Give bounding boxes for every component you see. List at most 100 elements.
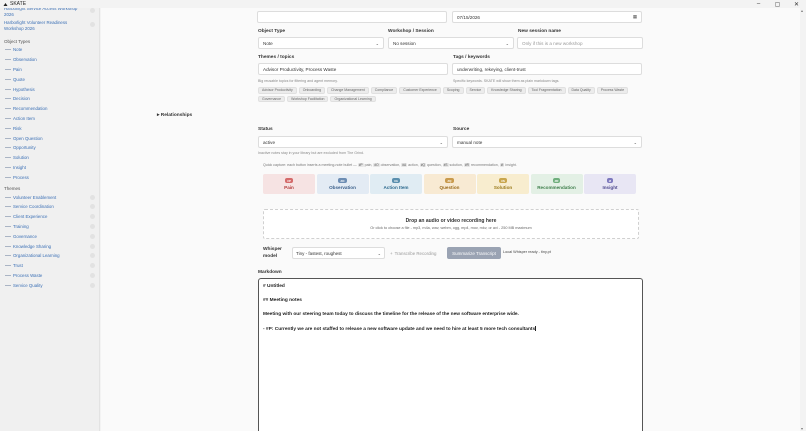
object-type-label: Recommendation xyxy=(13,106,48,112)
theme-chip[interactable]: Onboarding xyxy=(298,87,326,94)
sidebar-object-type-item[interactable]: Quote xyxy=(0,74,99,84)
maximize-button[interactable]: ▢ xyxy=(768,0,787,8)
scroll-up-icon[interactable]: ▴ xyxy=(801,8,803,13)
quick-capture-label: Solution xyxy=(493,184,513,190)
sidebar-theme-item[interactable]: Service Coordination xyxy=(0,202,99,212)
date-input[interactable]: 07/15/2026 ▦ xyxy=(452,11,642,23)
theme-item-left: Organizational Learning xyxy=(5,253,60,258)
chevron-down-icon: ⌄ xyxy=(439,139,443,145)
sidebar-object-type-item[interactable]: Process xyxy=(0,172,99,182)
drop-title: Drop an audio or video recording here xyxy=(405,218,497,224)
theme-chip[interactable]: Scoping xyxy=(442,87,464,94)
sidebar-theme-item[interactable]: Volunteer Enablement xyxy=(0,192,99,202)
tree-line-icon xyxy=(5,98,11,100)
theme-item-left: Service Coordination xyxy=(5,204,54,209)
themes-hint: Big reusable topics for filtering and ag… xyxy=(258,79,338,83)
quick-capture-question-button[interactable]: #Q Question xyxy=(423,174,476,194)
workshop-select[interactable]: No session ⌄ xyxy=(388,37,514,49)
theme-chip[interactable]: Change Management xyxy=(327,87,369,94)
app-title: SKATE xyxy=(10,1,27,7)
main-scrollbar[interactable]: ▴ ▾ xyxy=(800,8,806,431)
quick-capture-label: Observation xyxy=(329,184,356,190)
tree-line-icon xyxy=(5,108,11,110)
relationships-toggle[interactable]: ▸ Relationships xyxy=(157,113,192,118)
source-select[interactable]: manual note ⌄ xyxy=(452,136,642,148)
markdown-line-text: ## Meeting notes xyxy=(263,298,302,304)
calendar-icon[interactable]: ▦ xyxy=(633,14,637,20)
tree-line-icon xyxy=(5,49,11,51)
sidebar-theme-item[interactable]: Knowledge Sharing xyxy=(0,241,99,251)
theme-chip[interactable]: Organizational Learning xyxy=(330,95,376,102)
theme-label: Volunteer Enablement xyxy=(13,194,57,200)
theme-label: Service Coordination xyxy=(13,204,54,210)
sidebar-object-type-item[interactable]: Open Question xyxy=(0,133,99,143)
theme-chip[interactable]: Advisor Productivity xyxy=(258,87,297,94)
sidebar-theme-item[interactable]: Organizational Learning xyxy=(0,251,99,261)
object-type-label: Decision xyxy=(13,96,30,102)
sidebar-object-type-item[interactable]: Hypothesis xyxy=(0,84,99,94)
sidebar-theme-item[interactable]: Governance xyxy=(0,231,99,241)
transcribe-label: Transcribe Recording xyxy=(394,250,437,256)
quick-capture-observation-button[interactable]: #O Observation xyxy=(316,174,369,194)
theme-chip[interactable]: Service xyxy=(465,87,486,94)
theme-chip[interactable]: Tool Fragmentation xyxy=(527,87,566,94)
sidebar-object-type-item[interactable]: Recommendation xyxy=(0,104,99,114)
tree-line-icon xyxy=(5,117,11,119)
themes-input[interactable]: Advisor Productivity, Process Waste xyxy=(258,63,448,75)
sidebar-object-type-item[interactable]: Risk xyxy=(0,123,99,133)
theme-chip[interactable]: Governance xyxy=(258,95,286,102)
transcribe-recording-button[interactable]: + Transcribe Recording xyxy=(390,248,436,258)
sidebar-object-type-item[interactable]: Observation xyxy=(0,55,99,65)
theme-chip[interactable]: Data Quality xyxy=(567,87,595,94)
sidebar-theme-item[interactable]: Service Quality xyxy=(0,280,99,290)
date-field[interactable] xyxy=(257,11,447,23)
sidebar-theme-item[interactable]: Training xyxy=(0,222,99,232)
theme-chip[interactable]: Compliance xyxy=(370,87,398,94)
sidebar-theme-item[interactable]: Client Experience xyxy=(0,212,99,222)
sidebar-theme-item[interactable]: Trust xyxy=(0,261,99,271)
sidebar-workshop-item[interactable]: Harborlight Service Access Workshop 2026 xyxy=(0,8,99,18)
new-session-input[interactable]: Only if this is a new workshop xyxy=(517,37,643,49)
close-button[interactable]: ✕ xyxy=(787,0,806,8)
sidebar-object-type-item[interactable]: Note xyxy=(0,45,99,55)
object-type-label: Solution xyxy=(13,155,29,161)
theme-chip[interactable]: Process Waste xyxy=(596,87,629,94)
sidebar-object-type-item[interactable]: Action Item xyxy=(0,114,99,124)
theme-chip[interactable]: Customer Experience xyxy=(399,87,441,94)
theme-count-badge xyxy=(90,233,95,239)
minimize-button[interactable]: – xyxy=(749,0,768,8)
shortcut-badge: #I xyxy=(606,178,614,184)
quick-capture-insight-button[interactable]: #I Insight xyxy=(584,174,636,194)
quick-capture-pain-button[interactable]: #P Pain xyxy=(263,174,315,194)
scroll-down-icon[interactable]: ▾ xyxy=(801,426,803,431)
quick-capture-recommendation-button[interactable]: #R Recommendation xyxy=(530,174,583,194)
tags-input[interactable]: underwriting, rekeying, client-trust xyxy=(452,63,642,75)
markdown-editor[interactable]: # Untitled ## Meeting notes Meeting with o… xyxy=(258,278,643,431)
sidebar-workshop-item[interactable]: Harborlight Volunteer Readiness Workshop… xyxy=(0,20,99,32)
whisper-model-select[interactable]: Tiny - fastest, roughest ⌄ xyxy=(292,247,385,259)
object-type-label: Insight xyxy=(13,164,26,170)
sidebar-object-type-item[interactable]: Pain xyxy=(0,65,99,75)
object-type-select[interactable]: Note ⌄ xyxy=(258,37,384,49)
sidebar-object-type-item[interactable]: Solution xyxy=(0,153,99,163)
quick-capture-solution-button[interactable]: #S Solution xyxy=(477,174,529,194)
window-controls: – ▢ ✕ xyxy=(749,0,806,8)
sidebar-object-type-item[interactable]: Insight xyxy=(0,163,99,173)
tree-line-icon xyxy=(5,59,11,61)
theme-count-badge xyxy=(90,223,95,229)
theme-label: Governance xyxy=(13,233,37,239)
sidebar-object-type-item[interactable]: Decision xyxy=(0,94,99,104)
recording-drop-zone[interactable]: Drop an audio or video recording here Or… xyxy=(263,209,639,239)
sidebar-theme-item[interactable]: Process Waste xyxy=(0,271,99,281)
status-select[interactable]: active ⌄ xyxy=(258,136,448,148)
quick-capture-action-item-button[interactable]: #A Action Item xyxy=(370,174,422,194)
shortcut-badge: #P xyxy=(285,178,293,184)
tags-hint: Specific keywords. SKATE will show them … xyxy=(453,79,560,83)
theme-chip[interactable]: Knowledge Sharing xyxy=(487,87,526,94)
theme-chip[interactable]: Workshop Facilitation xyxy=(287,95,329,102)
summarize-transcript-button[interactable]: Summarize Transcript xyxy=(447,247,501,259)
theme-item-left: Service Quality xyxy=(5,283,43,288)
sidebar-object-type-item[interactable]: Opportunity xyxy=(0,143,99,153)
object-type-label: Pain xyxy=(13,66,22,72)
